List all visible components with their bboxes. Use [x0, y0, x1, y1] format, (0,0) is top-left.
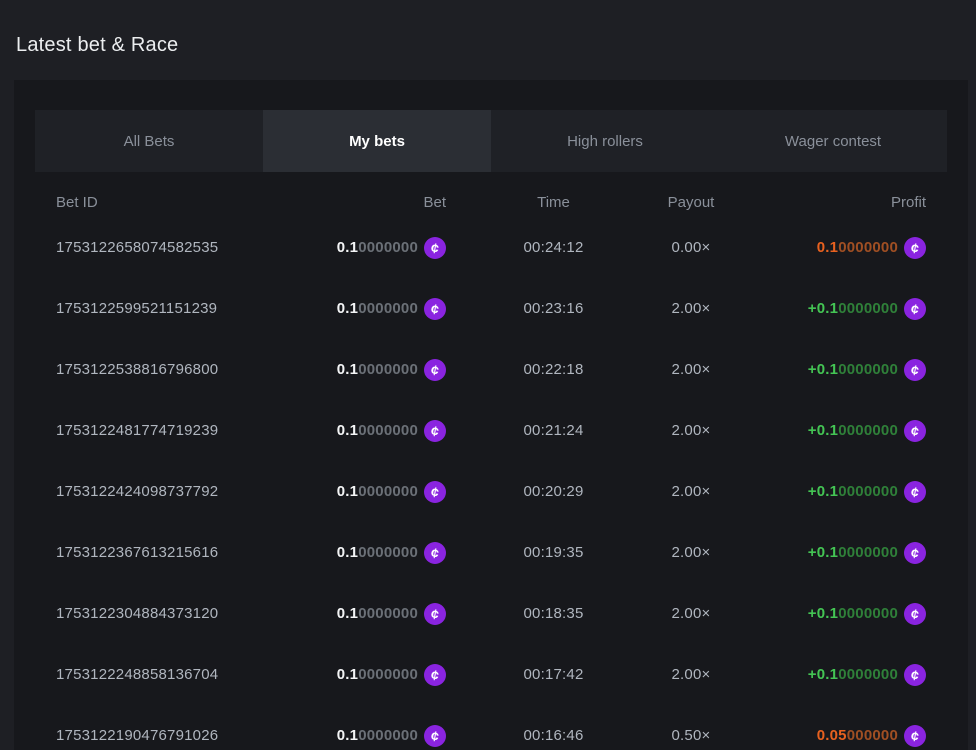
table-row[interactable]: 1753122658074582535 0.10000000 ¢ 00:24:1…	[35, 217, 947, 278]
tab-wager-contest[interactable]: Wager contest	[719, 110, 947, 172]
bet-payout: 2.00×	[672, 544, 711, 561]
coin-icon: ¢	[424, 298, 446, 320]
bet-time: 00:19:35	[524, 544, 584, 561]
bet-amount: 0.10000000 ¢	[337, 542, 446, 564]
page-header: Latest bet & Race	[0, 0, 976, 80]
bet-profit: +0.10000000 ¢	[808, 359, 926, 381]
coin-icon: ¢	[424, 603, 446, 625]
bet-payout: 0.50×	[672, 727, 711, 744]
bet-profit: +0.10000000 ¢	[808, 298, 926, 320]
bet-id: 1753122190476791026	[56, 727, 286, 744]
bet-amount: 0.10000000 ¢	[337, 420, 446, 442]
table-row[interactable]: 1753122538816796800 0.10000000 ¢ 00:22:1…	[35, 339, 947, 400]
bet-id: 1753122424098737792	[56, 483, 286, 500]
header-payout: Payout	[668, 194, 715, 211]
bet-time: 00:18:35	[524, 605, 584, 622]
table-row[interactable]: 1753122367613215616 0.10000000 ¢ 00:19:3…	[35, 522, 947, 583]
header-time: Time	[537, 194, 570, 211]
bet-id: 1753122481774719239	[56, 422, 286, 439]
bet-payout: 2.00×	[672, 605, 711, 622]
bet-amount: 0.10000000 ¢	[337, 481, 446, 503]
bet-id: 1753122248858136704	[56, 666, 286, 683]
coin-icon: ¢	[424, 420, 446, 442]
table-row[interactable]: 1753122481774719239 0.10000000 ¢ 00:21:2…	[35, 400, 947, 461]
coin-icon: ¢	[904, 420, 926, 442]
bet-amount: 0.10000000 ¢	[337, 603, 446, 625]
bet-profit: +0.10000000 ¢	[808, 542, 926, 564]
table-row[interactable]: 1753122424098737792 0.10000000 ¢ 00:20:2…	[35, 461, 947, 522]
bet-time: 00:17:42	[524, 666, 584, 683]
bet-amount: 0.10000000 ¢	[337, 725, 446, 747]
bet-payout: 2.00×	[672, 483, 711, 500]
bet-payout: 2.00×	[672, 666, 711, 683]
tab-my-bets[interactable]: My bets	[263, 110, 491, 172]
bet-payout: 0.00×	[672, 239, 711, 256]
coin-icon: ¢	[904, 542, 926, 564]
table-row[interactable]: 1753122304884373120 0.10000000 ¢ 00:18:3…	[35, 583, 947, 644]
coin-icon: ¢	[424, 542, 446, 564]
coin-icon: ¢	[904, 298, 926, 320]
bet-payout: 2.00×	[672, 422, 711, 439]
coin-icon: ¢	[424, 725, 446, 747]
header-bet: Bet	[423, 194, 446, 211]
header-profit: Profit	[891, 194, 926, 211]
header-bet-id: Bet ID	[56, 194, 286, 211]
bet-profit: +0.10000000 ¢	[808, 481, 926, 503]
coin-icon: ¢	[424, 664, 446, 686]
bet-amount: 0.10000000 ¢	[337, 664, 446, 686]
table-row[interactable]: 1753122599521151239 0.10000000 ¢ 00:23:1…	[35, 278, 947, 339]
coin-icon: ¢	[904, 725, 926, 747]
bet-id: 1753122658074582535	[56, 239, 286, 256]
coin-icon: ¢	[424, 481, 446, 503]
coin-icon: ¢	[904, 603, 926, 625]
bet-id: 1753122304884373120	[56, 605, 286, 622]
tab-high-rollers[interactable]: High rollers	[491, 110, 719, 172]
bet-time: 00:16:46	[524, 727, 584, 744]
bet-id: 1753122367613215616	[56, 544, 286, 561]
bets-tabbar: All Bets My bets High rollers Wager cont…	[35, 110, 947, 172]
coin-icon: ¢	[904, 359, 926, 381]
coin-icon: ¢	[904, 664, 926, 686]
bet-amount: 0.10000000 ¢	[337, 359, 446, 381]
bet-profit: 0.05000000 ¢	[817, 725, 926, 747]
bet-profit: 0.10000000 ¢	[817, 237, 926, 259]
bet-time: 00:22:18	[524, 361, 584, 378]
bet-payout: 2.00×	[672, 300, 711, 317]
bet-amount: 0.10000000 ¢	[337, 298, 446, 320]
coin-icon: ¢	[904, 481, 926, 503]
coin-icon: ¢	[904, 237, 926, 259]
bet-time: 00:21:24	[524, 422, 584, 439]
latest-bets-panel: All Bets My bets High rollers Wager cont…	[14, 80, 968, 750]
bet-time: 00:23:16	[524, 300, 584, 317]
table-header: Bet ID Bet Time Payout Profit	[35, 187, 947, 217]
bet-time: 00:20:29	[524, 483, 584, 500]
bet-payout: 2.00×	[672, 361, 711, 378]
tab-all-bets[interactable]: All Bets	[35, 110, 263, 172]
table-row[interactable]: 1753122190476791026 0.10000000 ¢ 00:16:4…	[35, 705, 947, 750]
bet-profit: +0.10000000 ¢	[808, 420, 926, 442]
coin-icon: ¢	[424, 359, 446, 381]
table-row[interactable]: 1753122248858136704 0.10000000 ¢ 00:17:4…	[35, 644, 947, 705]
bet-id: 1753122599521151239	[56, 300, 286, 317]
bet-profit: +0.10000000 ¢	[808, 603, 926, 625]
bet-id: 1753122538816796800	[56, 361, 286, 378]
table-body: 1753122658074582535 0.10000000 ¢ 00:24:1…	[35, 217, 947, 750]
coin-icon: ¢	[424, 237, 446, 259]
bet-profit: +0.10000000 ¢	[808, 664, 926, 686]
page-title: Latest bet & Race	[16, 34, 976, 57]
bet-time: 00:24:12	[524, 239, 584, 256]
bet-amount: 0.10000000 ¢	[337, 237, 446, 259]
